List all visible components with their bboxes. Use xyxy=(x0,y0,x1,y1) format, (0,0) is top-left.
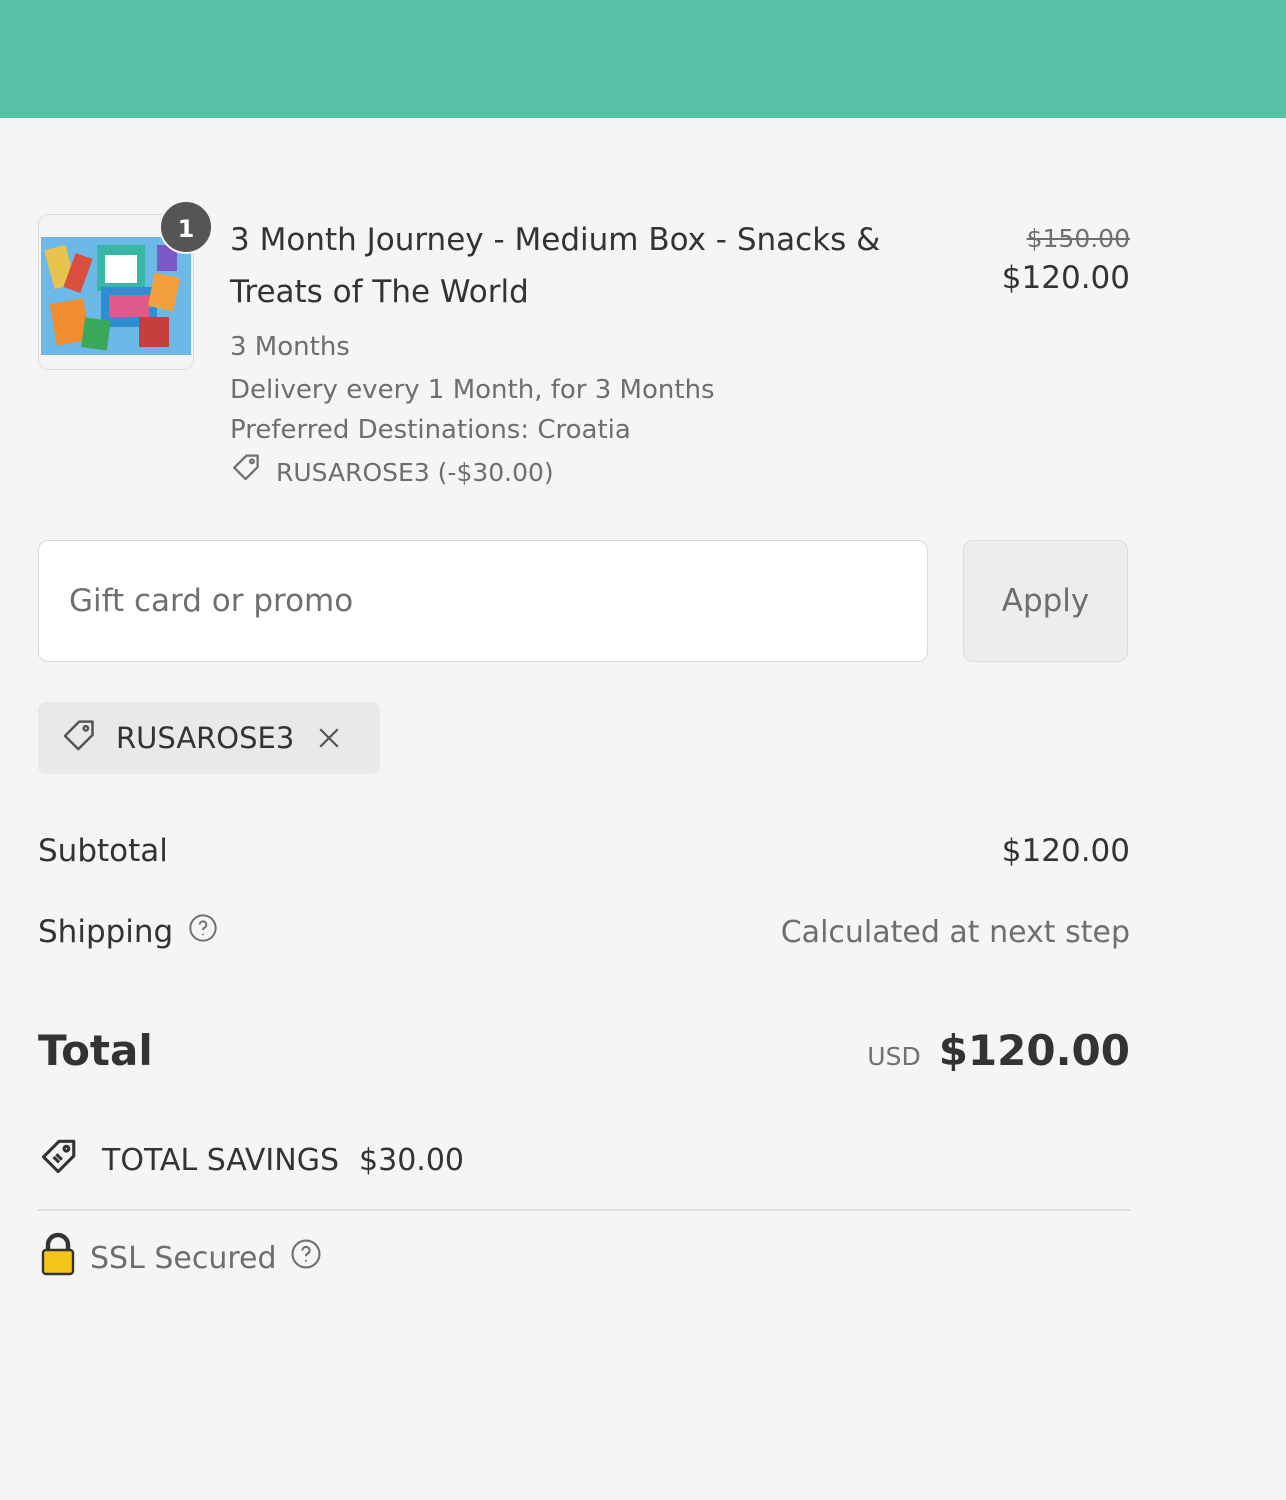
current-price: $120.00 xyxy=(1001,260,1130,296)
quantity-badge: 1 xyxy=(159,200,213,254)
subtotal-row: Subtotal $120.00 xyxy=(38,826,1130,876)
total-row: Total USD $120.00 xyxy=(38,1018,1130,1082)
product-discount: RUSAROSE3 (-$30.00) xyxy=(230,450,910,496)
product-destinations: Preferred Destinations: Croatia xyxy=(230,415,631,445)
product-plan: 3 Months xyxy=(230,332,350,362)
ssl-secured: SSL Secured xyxy=(38,1232,323,1284)
tag-icon xyxy=(60,715,100,762)
total-amount: USD $120.00 xyxy=(867,1026,1130,1075)
header-bar xyxy=(0,0,1286,118)
apply-button[interactable]: Apply xyxy=(963,540,1128,662)
currency-code: USD xyxy=(867,1041,921,1071)
shipping-label: Shipping xyxy=(38,914,174,950)
ssl-label: SSL Secured xyxy=(90,1240,277,1276)
original-price: $150.00 xyxy=(1026,224,1130,253)
promo-code-input[interactable] xyxy=(38,540,928,662)
help-icon[interactable] xyxy=(289,1237,323,1279)
product-price: $150.00 $120.00 xyxy=(1002,222,1130,300)
savings-value: $30.00 xyxy=(359,1142,464,1178)
savings-label: TOTAL SAVINGS xyxy=(102,1142,340,1178)
savings-tag-icon xyxy=(38,1134,82,1186)
total-savings: TOTAL SAVINGS $30.00 xyxy=(38,1134,464,1186)
help-icon[interactable] xyxy=(187,912,219,952)
product-thumbnail-wrapper: 1 xyxy=(38,200,213,370)
shipping-row: Shipping Calculated at next step xyxy=(38,906,1130,958)
total-value: $120.00 xyxy=(938,1025,1130,1075)
lock-icon xyxy=(38,1232,78,1284)
total-label: Total xyxy=(38,1025,153,1075)
product-title: 3 Month Journey - Medium Box - Snacks & … xyxy=(230,222,881,310)
divider xyxy=(38,1209,1130,1211)
applied-code-chip: RUSAROSE3 xyxy=(38,702,380,774)
applied-code-label: RUSAROSE3 xyxy=(116,721,295,755)
product-delivery: Delivery every 1 Month, for 3 Months xyxy=(230,375,715,405)
tag-icon xyxy=(230,450,264,496)
subtotal-label: Subtotal xyxy=(38,833,168,869)
product-discount-text: RUSAROSE3 (-$30.00) xyxy=(276,458,554,487)
close-icon[interactable] xyxy=(314,723,344,753)
subtotal-value: $120.00 xyxy=(1001,833,1130,869)
product-details: 3 Month Journey - Medium Box - Snacks & … xyxy=(230,214,910,496)
shipping-value: Calculated at next step xyxy=(780,914,1130,950)
shipping-label-group: Shipping xyxy=(38,912,219,952)
